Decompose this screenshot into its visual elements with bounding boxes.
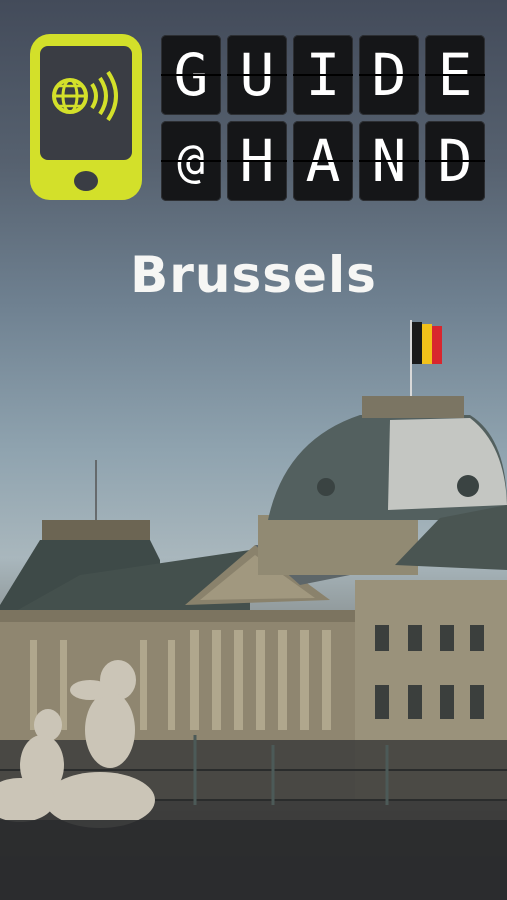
logo-tile: I	[293, 35, 353, 115]
logo-tile: A	[293, 121, 353, 201]
phone-logo-icon	[30, 34, 142, 200]
logo-tile: D	[425, 121, 485, 201]
logo-tile: N	[359, 121, 419, 201]
phone-home-button-icon	[74, 171, 98, 191]
logo-row-guide: G U I D E	[161, 35, 485, 115]
belgian-flag-icon	[412, 322, 442, 364]
globe-sound-icon	[52, 70, 118, 122]
city-title: Brussels	[130, 246, 377, 304]
logo-tile: E	[425, 35, 485, 115]
logo-row-hand: @ H A N D	[161, 121, 485, 201]
logo-wordmark: G U I D E @ H A N D	[161, 35, 485, 207]
logo-tile: U	[227, 35, 287, 115]
logo-tile: H	[227, 121, 287, 201]
logo-tile: G	[161, 35, 221, 115]
logo-tile: D	[359, 35, 419, 115]
logo-tile: @	[161, 121, 221, 201]
splash-screen: G U I D E @ H A N D Brussels	[0, 0, 507, 900]
